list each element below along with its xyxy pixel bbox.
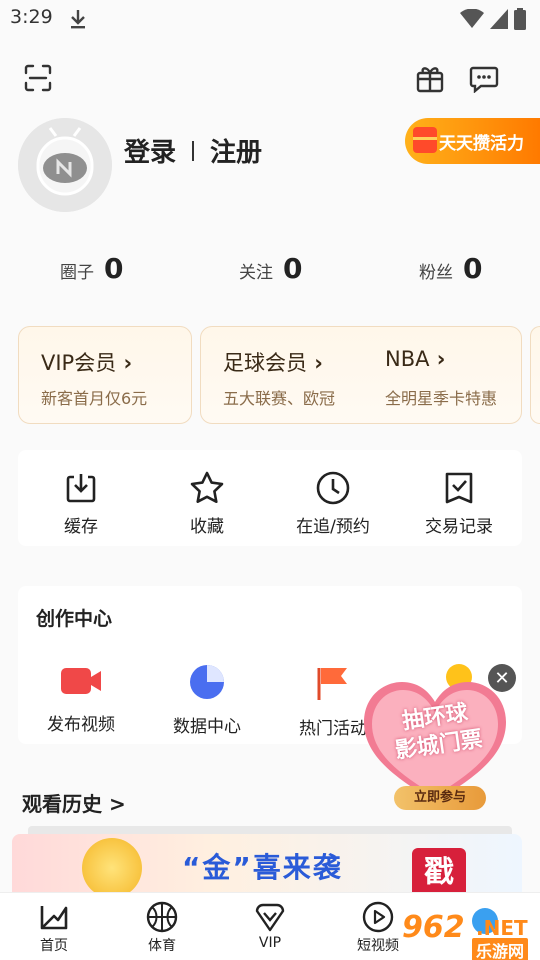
nav-sports[interactable]: 体育 bbox=[122, 901, 202, 955]
nav-label: 首页 bbox=[40, 938, 68, 954]
stat-following[interactable]: 关注 0 bbox=[239, 252, 302, 285]
message-icon[interactable] bbox=[466, 60, 502, 96]
stat-value: 0 bbox=[463, 252, 483, 285]
nav-label: 体育 bbox=[148, 938, 176, 954]
membership-title: 足球会员 bbox=[223, 347, 323, 377]
history-card-shadow bbox=[28, 826, 512, 834]
membership-subtitle: 新客首月仅6元 bbox=[41, 389, 148, 408]
site-watermark: 962 .NET 乐游网 bbox=[400, 908, 538, 960]
login-divider bbox=[192, 140, 195, 161]
login-button[interactable]: 登录 bbox=[124, 132, 176, 169]
receipt-icon bbox=[399, 468, 519, 508]
gift-icon[interactable] bbox=[412, 60, 448, 96]
quick-actions-panel: 缓存 收藏 在追/预约 交易记录 bbox=[18, 450, 522, 546]
red-gift-icon bbox=[413, 127, 437, 153]
stat-label: 关注 bbox=[239, 263, 273, 283]
promo-cta[interactable]: 立即参与 bbox=[394, 786, 486, 810]
activity-badge-label: 天天攒活力 bbox=[439, 133, 524, 154]
creator-publish-video[interactable]: 发布视频 bbox=[21, 664, 141, 735]
status-indicators bbox=[460, 8, 526, 30]
battery-icon bbox=[514, 8, 526, 30]
quick-action-favorites[interactable]: 收藏 bbox=[147, 468, 267, 537]
creator-data-center[interactable]: 数据中心 bbox=[147, 664, 267, 737]
promo-close-icon[interactable]: ✕ bbox=[488, 664, 516, 692]
pie-chart-icon bbox=[147, 664, 267, 704]
basketball-icon bbox=[122, 901, 202, 933]
status-time: 3:29 bbox=[10, 6, 53, 28]
watch-history-link[interactable]: 观看历史 > bbox=[22, 788, 126, 817]
stat-circles[interactable]: 圈子 0 bbox=[60, 252, 123, 285]
download-status-icon bbox=[68, 8, 88, 34]
status-bar: 3:29 bbox=[0, 0, 540, 36]
quick-action-transactions[interactable]: 交易记录 bbox=[399, 468, 519, 537]
download-icon bbox=[21, 468, 141, 508]
register-button[interactable]: 注册 bbox=[210, 132, 262, 169]
avatar[interactable] bbox=[18, 118, 112, 212]
watermark-site-name: 乐游网 bbox=[472, 938, 529, 960]
membership-subtitle: 全明星季卡特惠 bbox=[385, 389, 498, 408]
banner-text: “金”喜来袭 bbox=[182, 851, 343, 884]
promo-banner[interactable]: “金”喜来袭 戳 bbox=[12, 834, 522, 892]
wifi-icon bbox=[460, 9, 484, 28]
football-membership[interactable]: 足球会员 五大联赛、欧冠 bbox=[201, 327, 361, 423]
stat-followers[interactable]: 粉丝 0 bbox=[419, 252, 482, 285]
clock-icon bbox=[273, 468, 393, 508]
membership-subtitle: 五大联赛、欧冠 bbox=[223, 389, 336, 408]
creator-item-label: 发布视频 bbox=[47, 715, 115, 735]
sports-membership-card: 足球会员 五大联赛、欧冠 NBA 全明星季卡特惠 bbox=[200, 326, 522, 424]
membership-title: NBA bbox=[385, 347, 445, 371]
stat-label: 圈子 bbox=[60, 263, 94, 283]
video-camera-icon bbox=[21, 664, 141, 702]
banner-stamp: 戳 bbox=[412, 848, 466, 892]
scan-icon[interactable] bbox=[20, 60, 56, 96]
nba-membership[interactable]: NBA 全明星季卡特惠 bbox=[365, 327, 521, 423]
membership-title: VIP会员 bbox=[41, 347, 132, 377]
quick-action-label: 在追/预约 bbox=[296, 517, 370, 537]
robot-avatar-icon bbox=[18, 118, 112, 212]
quick-action-following[interactable]: 在追/预约 bbox=[273, 468, 393, 537]
activity-badge[interactable]: 天天攒活力 bbox=[405, 118, 540, 164]
signal-icon bbox=[490, 9, 508, 29]
next-membership-card-peek[interactable] bbox=[530, 326, 540, 424]
floating-promo[interactable]: 抽环球 影城门票 立即参与 bbox=[360, 676, 510, 812]
star-icon bbox=[147, 468, 267, 508]
nav-label: VIP bbox=[258, 935, 282, 951]
home-icon bbox=[14, 901, 94, 933]
watermark-number: 962 bbox=[402, 910, 465, 945]
quick-action-label: 缓存 bbox=[64, 517, 98, 537]
quick-action-label: 交易记录 bbox=[425, 517, 493, 537]
creator-item-label: 数据中心 bbox=[173, 717, 241, 737]
login-register: 登录 注册 bbox=[124, 132, 262, 169]
gold-mouse-graphic bbox=[82, 838, 142, 892]
quick-action-label: 收藏 bbox=[190, 517, 224, 537]
stat-label: 粉丝 bbox=[419, 263, 453, 283]
nav-home[interactable]: 首页 bbox=[14, 901, 94, 955]
vip-icon bbox=[230, 901, 310, 933]
quick-action-cache[interactable]: 缓存 bbox=[21, 468, 141, 537]
stat-value: 0 bbox=[283, 252, 303, 285]
stat-value: 0 bbox=[104, 252, 124, 285]
watermark-domain: .NET bbox=[476, 916, 528, 940]
nav-vip[interactable]: VIP bbox=[230, 901, 310, 951]
vip-membership-card[interactable]: VIP会员 新客首月仅6元 bbox=[18, 326, 192, 424]
creator-center-title: 创作中心 bbox=[36, 608, 113, 630]
